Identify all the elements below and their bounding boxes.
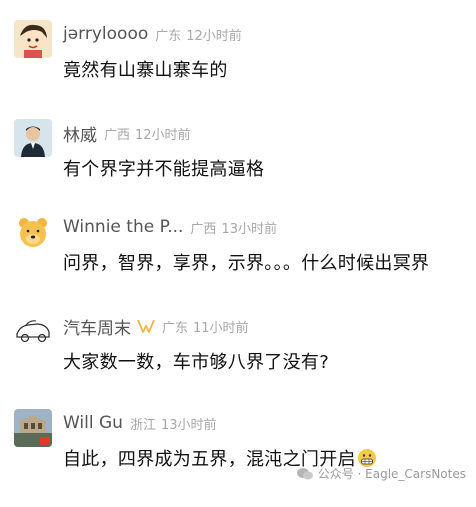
wechat-official-account-icon <box>296 467 313 479</box>
commenter-name[interactable]: 汽车周末 <box>63 314 131 339</box>
comment-time: 12小时前 <box>135 127 191 143</box>
comment-item: 林威 广西 12小时前 有个界字并不能提高逼格 <box>0 119 476 217</box>
comment-item: Winnie the P... 广西 13小时前 问界，智界，享界，示界。。。什… <box>0 213 476 311</box>
comment-text: 大家数一数，车市够八界了没有? <box>63 352 330 373</box>
comment-location: 广东 <box>162 320 189 336</box>
comment-time: 11小时前 <box>193 320 249 336</box>
building-photo-avatar[interactable] <box>14 409 52 447</box>
comment-item: Will Gu 浙江 13小时前 自此，四界成为五界，混沌之门开启 <box>0 409 476 507</box>
comment-text: 竟然有山寨山寨车的 <box>63 60 228 81</box>
watermark-label: 公众号 · Eagle_CarsNotes <box>317 467 466 481</box>
comment-location: 广东 <box>155 28 182 44</box>
comment-location: 广西 <box>104 127 131 143</box>
commenter-name[interactable]: Winnie the P... <box>63 217 183 237</box>
watermark: 公众号 · Eagle_CarsNotes <box>296 465 466 482</box>
comment-time: 13小时前 <box>160 417 217 433</box>
cartoon-girl-avatar[interactable] <box>14 20 52 58</box>
verified-badge-icon <box>137 319 155 333</box>
comment-time: 12小时前 <box>186 28 242 44</box>
comment-item: jərryloooo 广东 12小时前 竟然有山寨山寨车的 <box>0 20 476 118</box>
commenter-name[interactable]: 林威 <box>63 121 97 146</box>
comment-location: 浙江 <box>129 417 156 433</box>
comment-text: 问界，智界，享界，示界。。。什么时候出冥界 <box>63 253 430 274</box>
commenter-name[interactable]: jərryloooo <box>63 24 148 44</box>
comment-time: 13小时前 <box>221 221 277 237</box>
sketch-car-avatar[interactable] <box>14 312 52 350</box>
winnie-the-pooh-avatar[interactable] <box>14 213 52 251</box>
comment-item: 汽车周末 广东 11小时前 大家数一数，车市够八界了没有? <box>0 312 476 410</box>
man-in-suit-avatar[interactable] <box>14 119 52 157</box>
commenter-name[interactable]: Will Gu <box>63 413 123 433</box>
comment-location: 广西 <box>190 221 217 237</box>
comment-text: 有个界字并不能提高逼格 <box>63 159 265 180</box>
